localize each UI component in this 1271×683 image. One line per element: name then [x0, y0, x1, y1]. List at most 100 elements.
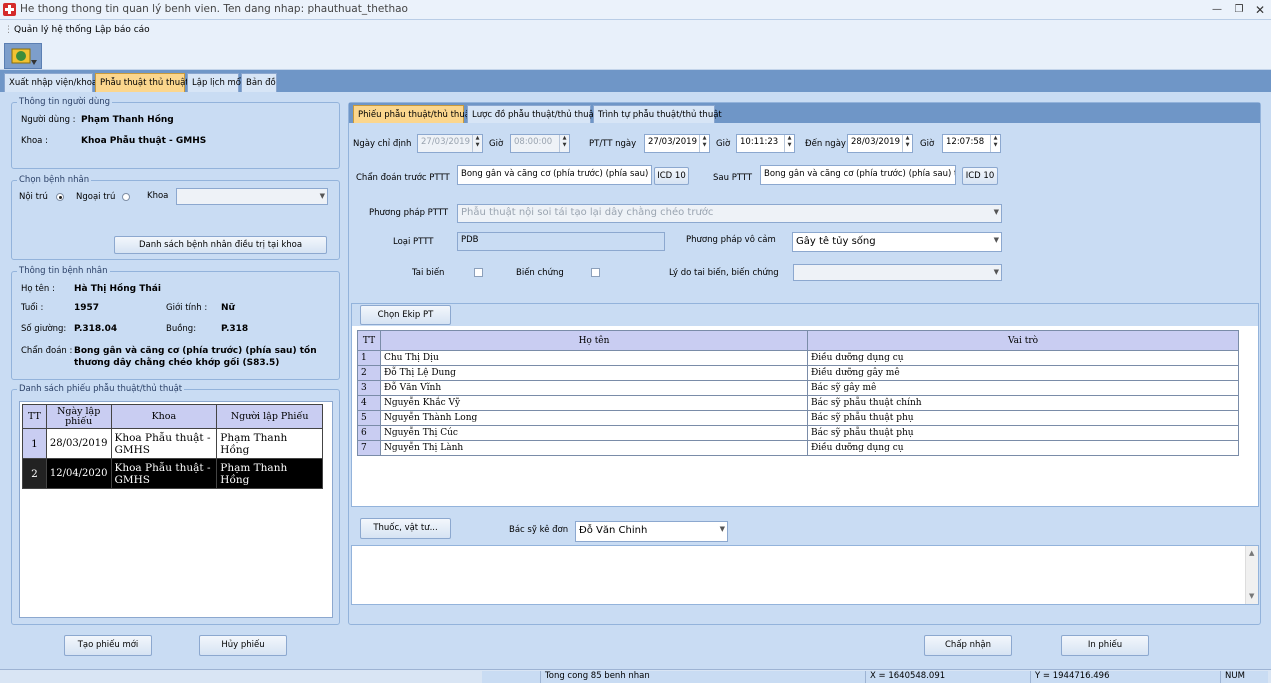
- table-row[interactable]: 6 Nguyễn Thị Cúc Bác sỹ phẫu thuật phụ: [357, 425, 1239, 441]
- method-label: Phương pháp PTTT: [369, 208, 449, 218]
- table-row[interactable]: 1 Chu Thị Dịu Điều dưỡng dụng cụ: [357, 350, 1239, 366]
- table-row[interactable]: 5 Nguyễn Thành Long Bác sỹ phẫu thuật phụ: [357, 410, 1239, 426]
- patient-list-button[interactable]: Danh sách bệnh nhân điều trị tại khoa: [114, 236, 327, 254]
- pre-diag-field[interactable]: Bong gân và căng cơ (phía trước) (phía s…: [457, 165, 652, 185]
- accept-button[interactable]: Chấp nhận: [924, 635, 1012, 656]
- close-icon[interactable]: ✕: [1250, 2, 1270, 18]
- pt-time-field[interactable]: 10:11:23 ▲ ▼: [736, 134, 795, 153]
- pt-date-value: 27/03/2019: [648, 137, 697, 147]
- choose-team-button[interactable]: Chọn Ekip PT: [360, 305, 451, 325]
- menu-grip-icon: ⋮: [4, 25, 13, 35]
- pre-icd-button[interactable]: ICD 10: [654, 167, 689, 185]
- scroll-up-icon[interactable]: ▲: [1249, 549, 1254, 557]
- team-name: Đỗ Thị Lệ Dung: [380, 365, 808, 381]
- pt-time-label: Giờ: [716, 139, 731, 149]
- row-date: 12/04/2020: [45, 458, 112, 489]
- minimize-icon[interactable]: —: [1207, 2, 1227, 18]
- assign-time-field[interactable]: 08:00:00 ▲ ▼: [510, 134, 570, 153]
- patient-bed: P.318.04: [74, 324, 118, 334]
- table-row[interactable]: 1 28/03/2019 Khoa Phẫu thuật - GMHS Phạm…: [22, 428, 323, 459]
- team-role: Điều dưỡng gây mê: [807, 365, 1239, 381]
- post-diag-field[interactable]: Bong gân và căng cơ (phía trước) (phía s…: [760, 165, 956, 185]
- medicine-button[interactable]: Thuốc, vật tư...: [360, 518, 451, 539]
- form-list-group: Danh sách phiếu phẫu thuật/thủ thuật TT …: [11, 384, 340, 625]
- patient-diagnosis: Bong gân và căng cơ (phía trước) (phía s…: [74, 346, 317, 368]
- team-col-name: Họ tên: [380, 330, 808, 351]
- team-role: Điều dưỡng dụng cụ: [807, 350, 1239, 366]
- gender-label: Giới tính :: [166, 303, 208, 313]
- anesthesia-select[interactable]: Gây tê tủy sống ▼: [792, 232, 1002, 252]
- tab-surgery-sequence[interactable]: Trình tự phẫu thuật/thủ thuật: [593, 105, 722, 123]
- method-value: Phẫu thuật nội soi tái tạo lại dây chằng…: [461, 207, 714, 218]
- table-row[interactable]: 4 Nguyễn Khắc Vỹ Bác sỹ phẫu thuật chính: [357, 395, 1239, 411]
- window-title: He thong thong tin quan lý benh vien. Te…: [20, 3, 408, 15]
- status-x: X = 1640548.091: [865, 671, 1030, 683]
- user-value: Phạm Thanh Hồng: [81, 115, 174, 125]
- notes-area[interactable]: ▲ ▼: [351, 545, 1259, 605]
- assign-date-field[interactable]: 27/03/2019 ▲ ▼: [417, 134, 483, 153]
- app-tool-button[interactable]: [4, 43, 42, 69]
- room-label: Buồng:: [166, 324, 197, 334]
- dept-filter-select[interactable]: ▼: [176, 188, 328, 205]
- cancel-form-button[interactable]: Hủy phiếu: [199, 635, 287, 656]
- form-list-grid: TT Ngày lập phiếu Khoa Người lập Phiếu 1…: [19, 401, 333, 618]
- notes-scrollbar[interactable]: ▲ ▼: [1245, 546, 1258, 604]
- new-form-button[interactable]: Tạo phiếu mới: [64, 635, 152, 656]
- patient-info-group: Thông tin bệnh nhân Họ tên : Hà Thị Hồng…: [11, 266, 340, 380]
- menu-reports[interactable]: Lập báo cáo: [95, 25, 150, 35]
- team-role: Điều dưỡng dụng cụ: [807, 440, 1239, 456]
- table-row[interactable]: 2 Đỗ Thị Lệ Dung Điều dưỡng gây mê: [357, 365, 1239, 381]
- inpatient-radio[interactable]: [56, 193, 64, 201]
- tab-admission[interactable]: Xuất nhập viện/khoa: [4, 73, 97, 92]
- assign-date-value: 27/03/2019: [421, 137, 470, 147]
- method-select[interactable]: Phẫu thuật nội soi tái tạo lại dây chằng…: [457, 204, 1002, 223]
- spin-icon: ▲ ▼: [902, 135, 912, 152]
- restore-icon[interactable]: ❐: [1229, 2, 1249, 18]
- patient-name: Hà Thị Hồng Thái: [74, 284, 161, 294]
- tab-map[interactable]: Bản đồ: [241, 73, 277, 92]
- print-button[interactable]: In phiếu: [1061, 635, 1149, 656]
- type-field[interactable]: PDB: [457, 232, 665, 251]
- team-tt: 4: [357, 395, 381, 411]
- to-date-field[interactable]: 28/03/2019 ▲ ▼: [847, 134, 913, 153]
- tab-schedule[interactable]: Lập lịch mổ: [187, 73, 241, 92]
- team-tt: 1: [357, 350, 381, 366]
- tab-surgery[interactable]: Phẫu thuật thủ thuật: [95, 73, 189, 92]
- tab-surgery-form[interactable]: Phiếu phẫu thuật/thủ thuật: [353, 105, 473, 123]
- title-bar: He thong thong tin quan lý benh vien. Te…: [0, 0, 1271, 20]
- status-bar: Tong cong 85 benh nhan X = 1640548.091 Y…: [0, 669, 1271, 683]
- team-name: Nguyễn Thị Lành: [380, 440, 808, 456]
- table-row[interactable]: 7 Nguyễn Thị Lành Điều dưỡng dụng cụ: [357, 440, 1239, 456]
- spin-icon: ▲ ▼: [472, 135, 482, 152]
- user-info-group: Thông tin người dùng Người dùng : Phạm T…: [11, 97, 340, 169]
- tab-surgery-diagram[interactable]: Lược đồ phẫu thuật/thủ thuật: [467, 105, 597, 123]
- complication-checkbox[interactable]: [591, 268, 600, 277]
- pt-date-field[interactable]: 27/03/2019 ▲ ▼: [644, 134, 710, 153]
- team-col-tt: TT: [357, 330, 381, 351]
- table-row-selected[interactable]: 2 12/04/2020 Khoa Phẫu thuật - GMHS Phạm…: [22, 458, 323, 489]
- inpatient-label: Nội trú: [19, 192, 48, 202]
- detail-panel: Phiếu phẫu thuật/thủ thuật Lược đồ phẫu …: [348, 102, 1261, 625]
- form-list-title: Danh sách phiếu phẫu thuật/thủ thuật: [17, 384, 185, 394]
- outpatient-radio[interactable]: [122, 193, 130, 201]
- accident-label: Tai biến: [412, 268, 445, 278]
- post-icd-button[interactable]: ICD 10: [962, 167, 998, 185]
- menu-system[interactable]: Quản lý hệ thống: [14, 25, 92, 35]
- age-label: Tuổi :: [21, 303, 44, 313]
- patient-info-title: Thông tin bệnh nhân: [17, 266, 110, 276]
- row-date: 28/03/2019: [45, 428, 112, 459]
- scroll-down-icon[interactable]: ▼: [1249, 592, 1254, 600]
- reason-select[interactable]: ▼: [793, 264, 1002, 281]
- team-role: Bác sỹ phẫu thuật phụ: [807, 425, 1239, 441]
- chevron-down-icon: ▼: [993, 236, 999, 244]
- main-tab-strip: Xuất nhập viện/khoa Phẫu thuật thủ thuật…: [0, 70, 1271, 92]
- accident-checkbox[interactable]: [474, 268, 483, 277]
- to-time-field[interactable]: 12:07:58 ▲ ▼: [942, 134, 1001, 153]
- doctor-value: Đỗ Văn Chinh: [579, 525, 648, 536]
- doctor-select[interactable]: Đỗ Văn Chinh ▼: [575, 521, 728, 542]
- table-row[interactable]: 3 Đỗ Văn Vĩnh Bác sỹ gây mê: [357, 380, 1239, 396]
- row-creator: Phạm Thanh Hồng: [216, 458, 323, 489]
- chevron-down-icon: ▼: [993, 268, 999, 276]
- spin-icon: ▲ ▼: [784, 135, 794, 152]
- tool-icon: [11, 48, 37, 65]
